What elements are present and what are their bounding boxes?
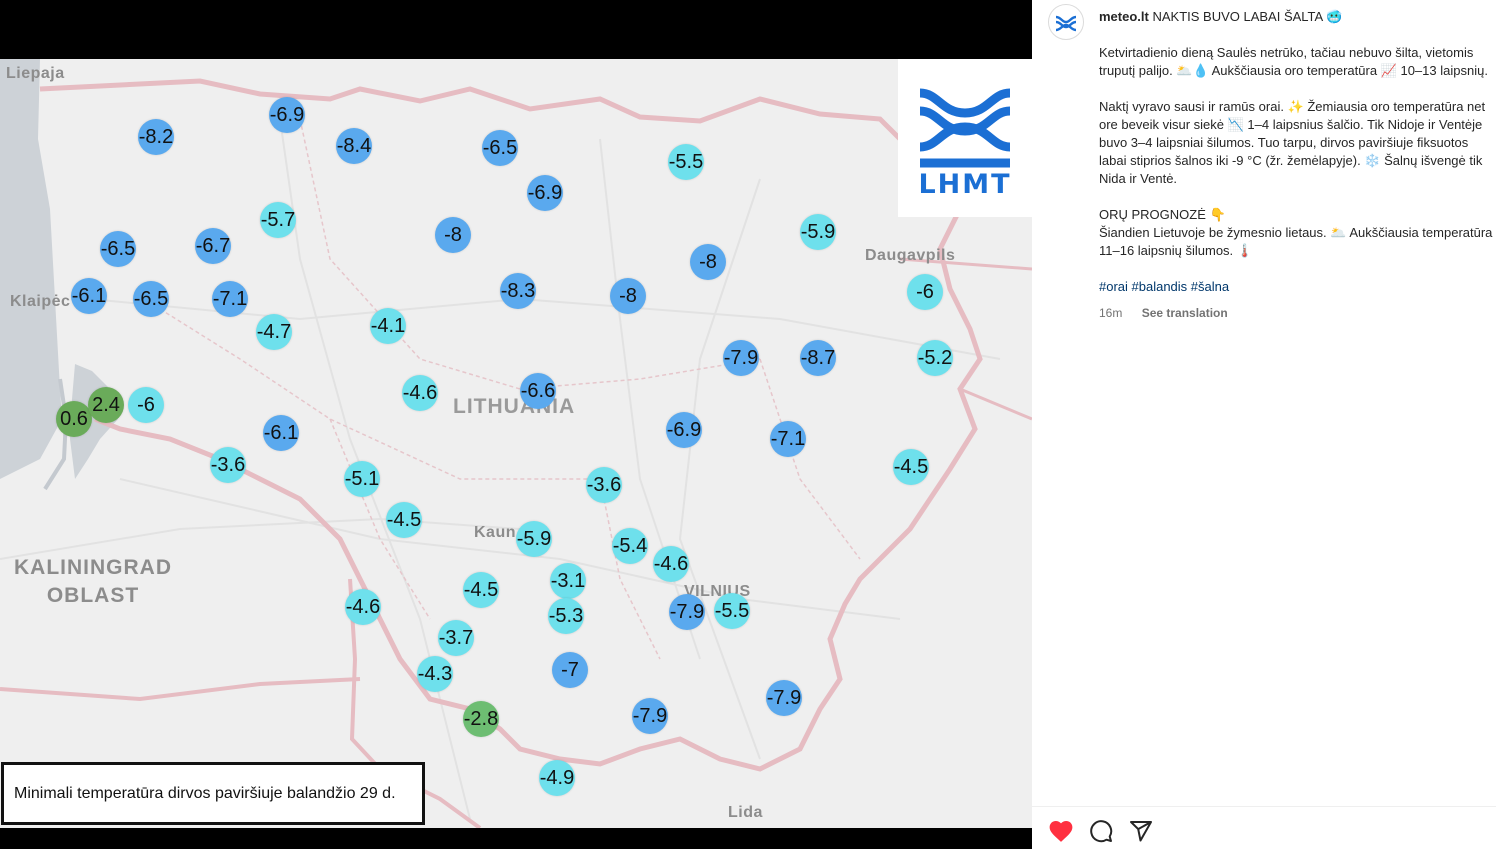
temperature-marker: -8.4 [336, 128, 372, 164]
forecast-text: Šiandien Lietuvoje be žymesnio lietaus. … [1099, 225, 1493, 258]
temperature-marker: -6.1 [263, 415, 299, 451]
temperature-marker: -4.5 [463, 572, 499, 608]
heart-icon[interactable] [1048, 819, 1074, 848]
temperature-marker: -4.1 [370, 308, 406, 344]
forecast-title: ORŲ PROGNOZĖ 👇 [1099, 207, 1226, 222]
place-label-lithuania: LITHUANIA [453, 395, 576, 418]
temperature-marker: -6.6 [520, 373, 556, 409]
lhmt-logo: LHMT [898, 59, 1032, 217]
temperature-marker: -3.6 [210, 447, 246, 483]
post-caption: meteo.lt NAKTIS BUVO LABAI ŠALTA 🥶 Ketvi… [1099, 8, 1494, 322]
place-label-kaliningrad: KALININGRAD OBLAST [14, 554, 172, 610]
post-meta: 16m See translation [1099, 304, 1494, 322]
temperature-marker: -3.6 [586, 467, 622, 503]
temperature-marker: -8.7 [800, 340, 836, 376]
temperature-marker: 2.4 [88, 387, 124, 423]
temperature-marker: -5.9 [800, 214, 836, 250]
temperature-marker: -8.2 [138, 119, 174, 155]
temperature-marker: -4.3 [417, 656, 453, 692]
temperature-marker: -2.8 [463, 701, 499, 737]
temperature-marker: -8 [435, 217, 471, 253]
temperature-marker: -6.5 [100, 231, 136, 267]
temperature-marker: -4.5 [386, 502, 422, 538]
temperature-marker: -7.1 [770, 421, 806, 457]
post-paragraph-2: Naktį vyravo sausi ir ramūs orai. ✨ Žemi… [1099, 99, 1486, 186]
lhmt-waves-icon [919, 88, 1011, 168]
temperature-marker: -7.1 [212, 281, 248, 317]
temperature-marker: -4.7 [256, 314, 292, 350]
map-caption: Minimali temperatūra dirvos paviršiuje b… [1, 762, 425, 825]
temperature-marker: -4.5 [893, 449, 929, 485]
temperature-map: Liepaja Klaipėc LITHUANIA Kaun VILNIUS D… [0, 59, 1032, 828]
post-paragraph-1: Ketvirtadienio dieną Saulės netrūko, tač… [1099, 45, 1488, 78]
hashtags[interactable]: #orai #balandis #šalna [1099, 278, 1494, 296]
temperature-marker: -7.9 [669, 594, 705, 630]
temperature-marker: -5.3 [548, 598, 584, 634]
temperature-marker: -7.9 [766, 680, 802, 716]
place-label-liepaja: Liepaja [6, 65, 65, 82]
temperature-marker: -7.9 [723, 340, 759, 376]
place-label-kaunas: Kaun [474, 524, 516, 541]
temperature-marker: -3.1 [550, 563, 586, 599]
temperature-marker: -5.4 [612, 528, 648, 564]
temperature-marker: -6.1 [71, 278, 107, 314]
post-panel: meteo.lt NAKTIS BUVO LABAI ŠALTA 🥶 Ketvi… [1032, 0, 1496, 849]
temperature-marker: -6.5 [133, 281, 169, 317]
temperature-marker: -5.5 [668, 144, 704, 180]
map-background [0, 59, 1032, 828]
map-caption-text: Minimali temperatūra dirvos paviršiuje b… [14, 784, 396, 802]
lhmt-logo-text: LHMT [918, 169, 1012, 200]
temperature-marker: -6.9 [527, 175, 563, 211]
place-label-kaliningrad-line1: KALININGRAD [14, 556, 172, 579]
temperature-marker: -8.3 [500, 273, 536, 309]
temperature-marker: -5.9 [516, 521, 552, 557]
username-link[interactable]: meteo.lt [1099, 9, 1149, 24]
temperature-marker: -6.9 [666, 412, 702, 448]
temperature-marker: -5.7 [260, 202, 296, 238]
place-label-klaipeda: Klaipėc [10, 293, 71, 310]
temperature-marker: -8 [690, 244, 726, 280]
share-icon[interactable] [1128, 819, 1154, 848]
temperature-marker: -4.9 [539, 760, 575, 796]
temperature-marker: -6.9 [269, 97, 305, 133]
meteo-logo-icon[interactable] [1048, 4, 1084, 40]
temperature-marker: -5.2 [917, 340, 953, 376]
place-label-lida: Lida [728, 804, 763, 821]
temperature-marker: -7.9 [632, 698, 668, 734]
temperature-marker: -7 [552, 652, 588, 688]
place-label-kaliningrad-line2: OBLAST [46, 584, 140, 607]
temperature-marker: -5.5 [714, 593, 750, 629]
temperature-marker: -6.5 [482, 130, 518, 166]
post-image[interactable]: Liepaja Klaipėc LITHUANIA Kaun VILNIUS D… [0, 0, 1032, 849]
temperature-marker: -6 [907, 274, 943, 310]
temperature-marker: -3.7 [438, 620, 474, 656]
temperature-marker: -8 [610, 278, 646, 314]
temperature-marker: -4.6 [345, 589, 381, 625]
see-translation-link[interactable]: See translation [1142, 306, 1228, 320]
temperature-marker: -6.7 [195, 228, 231, 264]
post-actions [1032, 806, 1496, 850]
place-label-daugavpils: Daugavpils [865, 247, 956, 264]
post-headline: NAKTIS BUVO LABAI ŠALTA 🥶 [1152, 9, 1343, 24]
temperature-marker: -4.6 [653, 546, 689, 582]
temperature-marker: -5.1 [344, 461, 380, 497]
temperature-marker: -4.6 [402, 375, 438, 411]
temperature-marker: -6 [128, 387, 164, 423]
temperature-marker: 0.6 [56, 401, 92, 437]
comment-icon[interactable] [1088, 819, 1114, 848]
post-time: 16m [1099, 306, 1123, 320]
